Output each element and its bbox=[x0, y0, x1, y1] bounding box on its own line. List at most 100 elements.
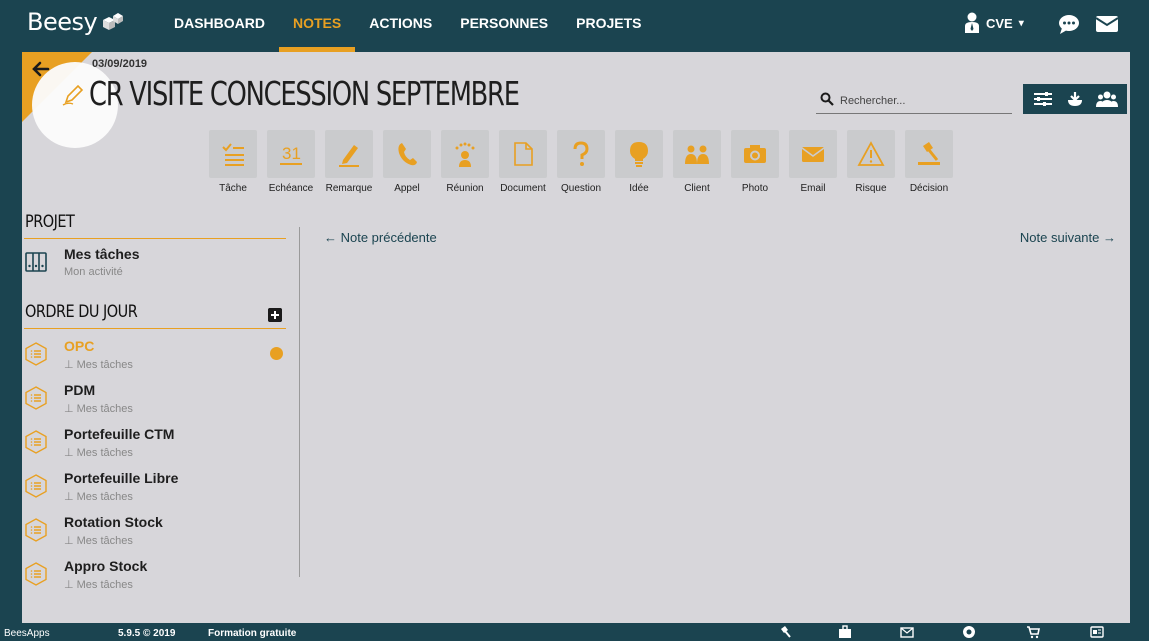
edit-pencil-icon[interactable] bbox=[60, 82, 86, 108]
action-email[interactable]: Email bbox=[784, 130, 842, 194]
user-initials: CVE bbox=[986, 15, 1013, 31]
pencil-icon bbox=[339, 145, 359, 167]
footer-brand[interactable]: BeesApps bbox=[4, 628, 50, 639]
item-name: PDM bbox=[64, 382, 96, 398]
action-remarque[interactable]: Remarque bbox=[320, 130, 378, 194]
logo-text: Beesy bbox=[27, 8, 98, 36]
item-sub: ⊥ Mes tâches bbox=[64, 490, 133, 503]
agenda-item-opc[interactable]: OPC ⊥ Mes tâches bbox=[22, 338, 286, 382]
note-title[interactable]: CR VISITE CONCESSION SEPTEMBRE bbox=[89, 74, 520, 113]
action-risque[interactable]: Risque bbox=[842, 130, 900, 194]
action-tile bbox=[209, 130, 257, 178]
nav-projets[interactable]: PROJETS bbox=[562, 0, 655, 52]
user-menu[interactable]: CVE ▾ bbox=[964, 12, 1024, 34]
action-tile bbox=[673, 130, 721, 178]
folders-icon bbox=[25, 252, 47, 272]
action-question[interactable]: Question bbox=[552, 130, 610, 194]
projet-heading: PROJET bbox=[25, 212, 75, 232]
note-actions-bar: Tâche 31 Echéance Remarque Appel Réunion bbox=[204, 130, 958, 194]
user-icon bbox=[965, 12, 979, 33]
action-decision[interactable]: Décision bbox=[900, 130, 958, 194]
list-hexagon-icon bbox=[25, 474, 47, 498]
action-tile bbox=[731, 130, 779, 178]
footer-training-link[interactable]: Formation gratuite bbox=[208, 628, 296, 639]
people-icon[interactable] bbox=[1096, 89, 1118, 109]
download-icon[interactable] bbox=[1064, 89, 1086, 109]
client-icon bbox=[685, 145, 709, 164]
pin-icon: ⊥ bbox=[64, 447, 77, 459]
action-tache[interactable]: Tâche bbox=[204, 130, 262, 194]
pin-icon: ⊥ bbox=[64, 403, 77, 415]
action-echeance[interactable]: 31 Echéance bbox=[262, 130, 320, 194]
agenda-item-portefeuille-libre[interactable]: Portefeuille Libre ⊥ Mes tâches bbox=[22, 470, 286, 514]
pin-icon: ⊥ bbox=[64, 491, 77, 503]
item-name: Mes tâches bbox=[64, 246, 140, 262]
previous-note-link[interactable]: ← Note précédente bbox=[324, 230, 437, 245]
sidebar-item-mes-taches[interactable]: Mes tâches Mon activité bbox=[22, 246, 286, 290]
mail-icon[interactable] bbox=[1095, 12, 1119, 36]
action-label: Risque bbox=[855, 183, 887, 194]
search-input[interactable] bbox=[840, 92, 1006, 110]
action-tile bbox=[847, 130, 895, 178]
action-tile bbox=[499, 130, 547, 178]
phone-icon bbox=[398, 143, 417, 166]
footer-bar: BeesApps 5.9.5 © 2019 Formation gratuite bbox=[0, 623, 1149, 641]
item-name: Portefeuille Libre bbox=[64, 470, 179, 486]
action-tile bbox=[789, 130, 837, 178]
nav-notes[interactable]: NOTES bbox=[279, 0, 356, 52]
agenda-item-pdm[interactable]: PDM ⊥ Mes tâches bbox=[22, 382, 286, 426]
pin-icon: ⊥ bbox=[64, 579, 77, 591]
list-hexagon-icon bbox=[25, 518, 47, 542]
item-sub-text: Mes tâches bbox=[76, 359, 133, 371]
envelope-icon bbox=[801, 147, 825, 162]
list-hexagon-icon bbox=[25, 386, 47, 410]
item-sub: ⊥ Mes tâches bbox=[64, 402, 133, 415]
question-icon bbox=[573, 141, 589, 166]
list-hexagon-icon bbox=[25, 342, 47, 366]
sliders-icon[interactable] bbox=[1032, 89, 1054, 109]
agenda-item-rotation-stock[interactable]: Rotation Stock ⊥ Mes tâches bbox=[22, 514, 286, 558]
logo-cubes-icon bbox=[103, 13, 123, 30]
item-sub-text: Mes tâches bbox=[76, 403, 133, 415]
toolbar bbox=[1023, 84, 1127, 114]
action-tile bbox=[383, 130, 431, 178]
item-name: Appro Stock bbox=[64, 558, 148, 574]
action-appel[interactable]: Appel bbox=[378, 130, 436, 194]
action-photo[interactable]: Photo bbox=[726, 130, 784, 194]
briefcase-icon[interactable] bbox=[838, 625, 852, 639]
nav-personnes[interactable]: PERSONNES bbox=[446, 0, 562, 52]
item-name: Portefeuille CTM bbox=[64, 426, 175, 442]
cart-icon[interactable] bbox=[1026, 625, 1040, 639]
item-sub-text: Mes tâches bbox=[76, 535, 133, 547]
gavel-icon[interactable] bbox=[778, 625, 792, 639]
action-label: Document bbox=[500, 183, 546, 194]
active-dot bbox=[270, 347, 283, 360]
add-agenda-button[interactable] bbox=[268, 308, 282, 322]
warning-icon bbox=[857, 141, 885, 166]
search-box[interactable] bbox=[816, 88, 1012, 114]
action-idee[interactable]: Idée bbox=[610, 130, 668, 194]
action-tile bbox=[325, 130, 373, 178]
action-client[interactable]: Client bbox=[668, 130, 726, 194]
action-tile: 31 bbox=[267, 130, 315, 178]
id-card-icon[interactable] bbox=[1090, 625, 1104, 639]
action-reunion[interactable]: Réunion bbox=[436, 130, 494, 194]
document-icon bbox=[514, 142, 533, 166]
nav-dashboard[interactable]: DASHBOARD bbox=[160, 0, 279, 52]
action-document[interactable]: Document bbox=[494, 130, 552, 194]
mail-icon[interactable] bbox=[900, 625, 914, 639]
agenda-item-appro-stock[interactable]: Appro Stock ⊥ Mes tâches bbox=[22, 558, 286, 602]
action-label: Réunion bbox=[446, 183, 484, 194]
action-tile bbox=[441, 130, 489, 178]
help-icon[interactable] bbox=[962, 625, 976, 639]
nav-actions[interactable]: ACTIONS bbox=[355, 0, 446, 52]
agenda-item-portefeuille-ctm[interactable]: Portefeuille CTM ⊥ Mes tâches bbox=[22, 426, 286, 470]
item-sub-text: Mes tâches bbox=[76, 447, 133, 459]
action-label: Email bbox=[800, 183, 826, 194]
beesy-logo[interactable]: Beesy bbox=[27, 8, 123, 36]
chat-icon[interactable] bbox=[1057, 12, 1081, 36]
agenda-divider bbox=[24, 328, 286, 329]
item-sub-text: Mes tâches bbox=[76, 579, 133, 591]
next-note-link[interactable]: Note suivante → bbox=[1020, 230, 1116, 245]
sidebar: PROJET Mes tâches Mon activité ORDRE DU … bbox=[22, 212, 286, 591]
